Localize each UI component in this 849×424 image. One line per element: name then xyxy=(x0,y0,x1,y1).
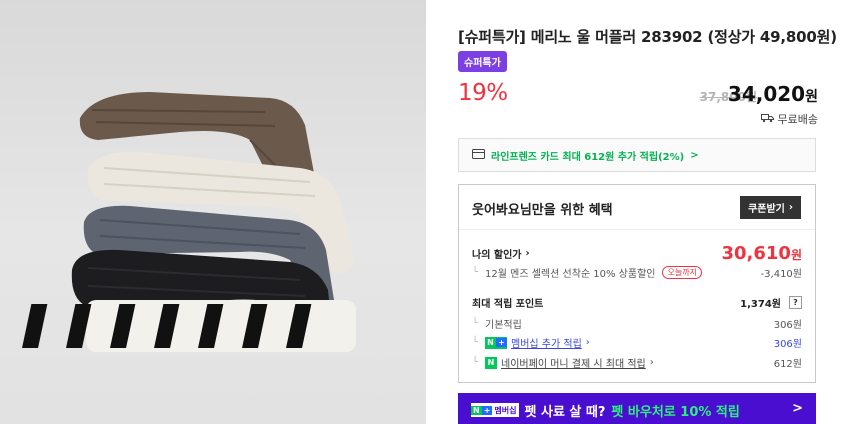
chevron-right-icon: › xyxy=(525,248,530,259)
sale-price-currency: 원 xyxy=(805,89,818,105)
basic-points-value: 306원 xyxy=(773,320,802,331)
naverpay-points-link[interactable]: 네이버페이 머니 결제 시 최대 적립 xyxy=(501,355,646,370)
tree-branch-icon: └ xyxy=(472,318,479,329)
points-row: 최대 적립 포인트 1,374원 ? xyxy=(472,295,802,310)
naver-n-icon: N xyxy=(471,405,482,415)
membership-badge-text: 멤버십 xyxy=(494,405,517,415)
tree-branch-icon: └ xyxy=(472,337,479,348)
promo-text: 펫 사료 살 때? xyxy=(524,404,606,420)
benefit-heading: 웃어봐요님만을 위한 혜택 xyxy=(472,203,613,218)
product-info-panel: [슈퍼특가] 메리노 울 머플러 283902 (정상가 49,800원) 슈퍼… xyxy=(426,0,849,424)
my-price-row: 나의 할인가 › 30,610원 xyxy=(472,243,802,264)
shipping-label: 무료배송 xyxy=(777,113,818,126)
chevron-right-icon: > xyxy=(792,401,803,416)
super-deal-badge: 슈퍼특가 xyxy=(458,51,507,72)
basic-points-label: 기본적립 xyxy=(485,320,522,331)
pet-voucher-promo-banner[interactable]: N + 멤버십 펫 사료 살 때? 펫 바우처로 10% 적립 > xyxy=(458,393,816,424)
naverpay-points-value: 612원 xyxy=(773,359,802,370)
promo-highlight-text: 펫 바우처로 10% 적립 xyxy=(611,404,740,420)
chevron-right-icon: > xyxy=(690,149,699,161)
get-coupon-button[interactable]: 쿠폰받기 › xyxy=(740,196,801,219)
discount-detail-row: └ 12월 멘즈 셀렉션 선착순 10% 상품할인 오늘까지 -3,410원 xyxy=(472,265,802,280)
my-price-currency: 원 xyxy=(790,248,802,262)
muffler-stack-image xyxy=(22,92,356,352)
shipping-info: 무료배송 xyxy=(760,111,818,127)
discount-rate: 19% xyxy=(458,80,508,106)
my-price-label: 나의 할인가 xyxy=(472,250,522,261)
sale-price: 34,020원 xyxy=(728,82,818,106)
chevron-right-icon: › xyxy=(788,202,793,213)
chevron-right-icon: › xyxy=(649,357,654,368)
points-label: 최대 적립 포인트 xyxy=(472,299,544,310)
card-benefit-banner[interactable]: 라인프렌즈 카드 최대 612원 추가 적립(2%) > xyxy=(458,138,816,172)
tree-branch-icon: └ xyxy=(472,357,479,368)
naverpay-icon: N xyxy=(485,356,498,369)
my-price-label-link[interactable]: 나의 할인가 › xyxy=(472,246,530,261)
product-title: [슈퍼특가] 메리노 울 머플러 283902 (정상가 49,800원) xyxy=(458,28,837,46)
today-only-tag: 오늘까지 xyxy=(662,266,702,279)
membership-points-value: 306원 xyxy=(773,339,802,350)
plus-icon: + xyxy=(481,405,493,415)
discount-amount: -3,410원 xyxy=(760,269,802,280)
product-image xyxy=(0,0,426,424)
my-price: 30,610원 xyxy=(721,243,802,264)
points-total: 1,374원 xyxy=(740,299,781,310)
membership-points-link[interactable]: 멤버십 추가 적립 xyxy=(511,335,582,350)
coupon-button-label: 쿠폰받기 xyxy=(748,204,785,215)
naver-membership-badge: N + 멤버십 xyxy=(471,403,519,417)
membership-points-row: └ N + 멤버십 추가 적립 › 306원 xyxy=(472,335,802,350)
truck-icon xyxy=(760,113,774,126)
member-benefit-box: 웃어봐요님만을 위한 혜택 쿠폰받기 › 나의 할인가 › 30,610원 └ … xyxy=(458,184,816,383)
sale-price-value: 34,020 xyxy=(727,82,806,106)
credit-card-icon xyxy=(472,148,485,162)
my-price-value: 30,610 xyxy=(721,243,791,264)
naverpay-points-row: └ N 네이버페이 머니 결제 시 최대 적립 › 612원 xyxy=(472,355,802,370)
basic-points-row: └ 기본적립 306원 xyxy=(472,316,802,331)
help-icon[interactable]: ? xyxy=(789,296,802,309)
discount-detail-text: 12월 멘즈 셀렉션 선착순 10% 상품할인 xyxy=(485,269,656,280)
naver-plus-icon: N + xyxy=(485,336,508,349)
card-benefit-text: 라인프렌즈 카드 최대 612원 추가 적립(2%) xyxy=(491,151,685,163)
divider xyxy=(459,229,815,230)
chevron-right-icon: › xyxy=(585,337,590,348)
tree-branch-icon: └ xyxy=(472,267,479,278)
